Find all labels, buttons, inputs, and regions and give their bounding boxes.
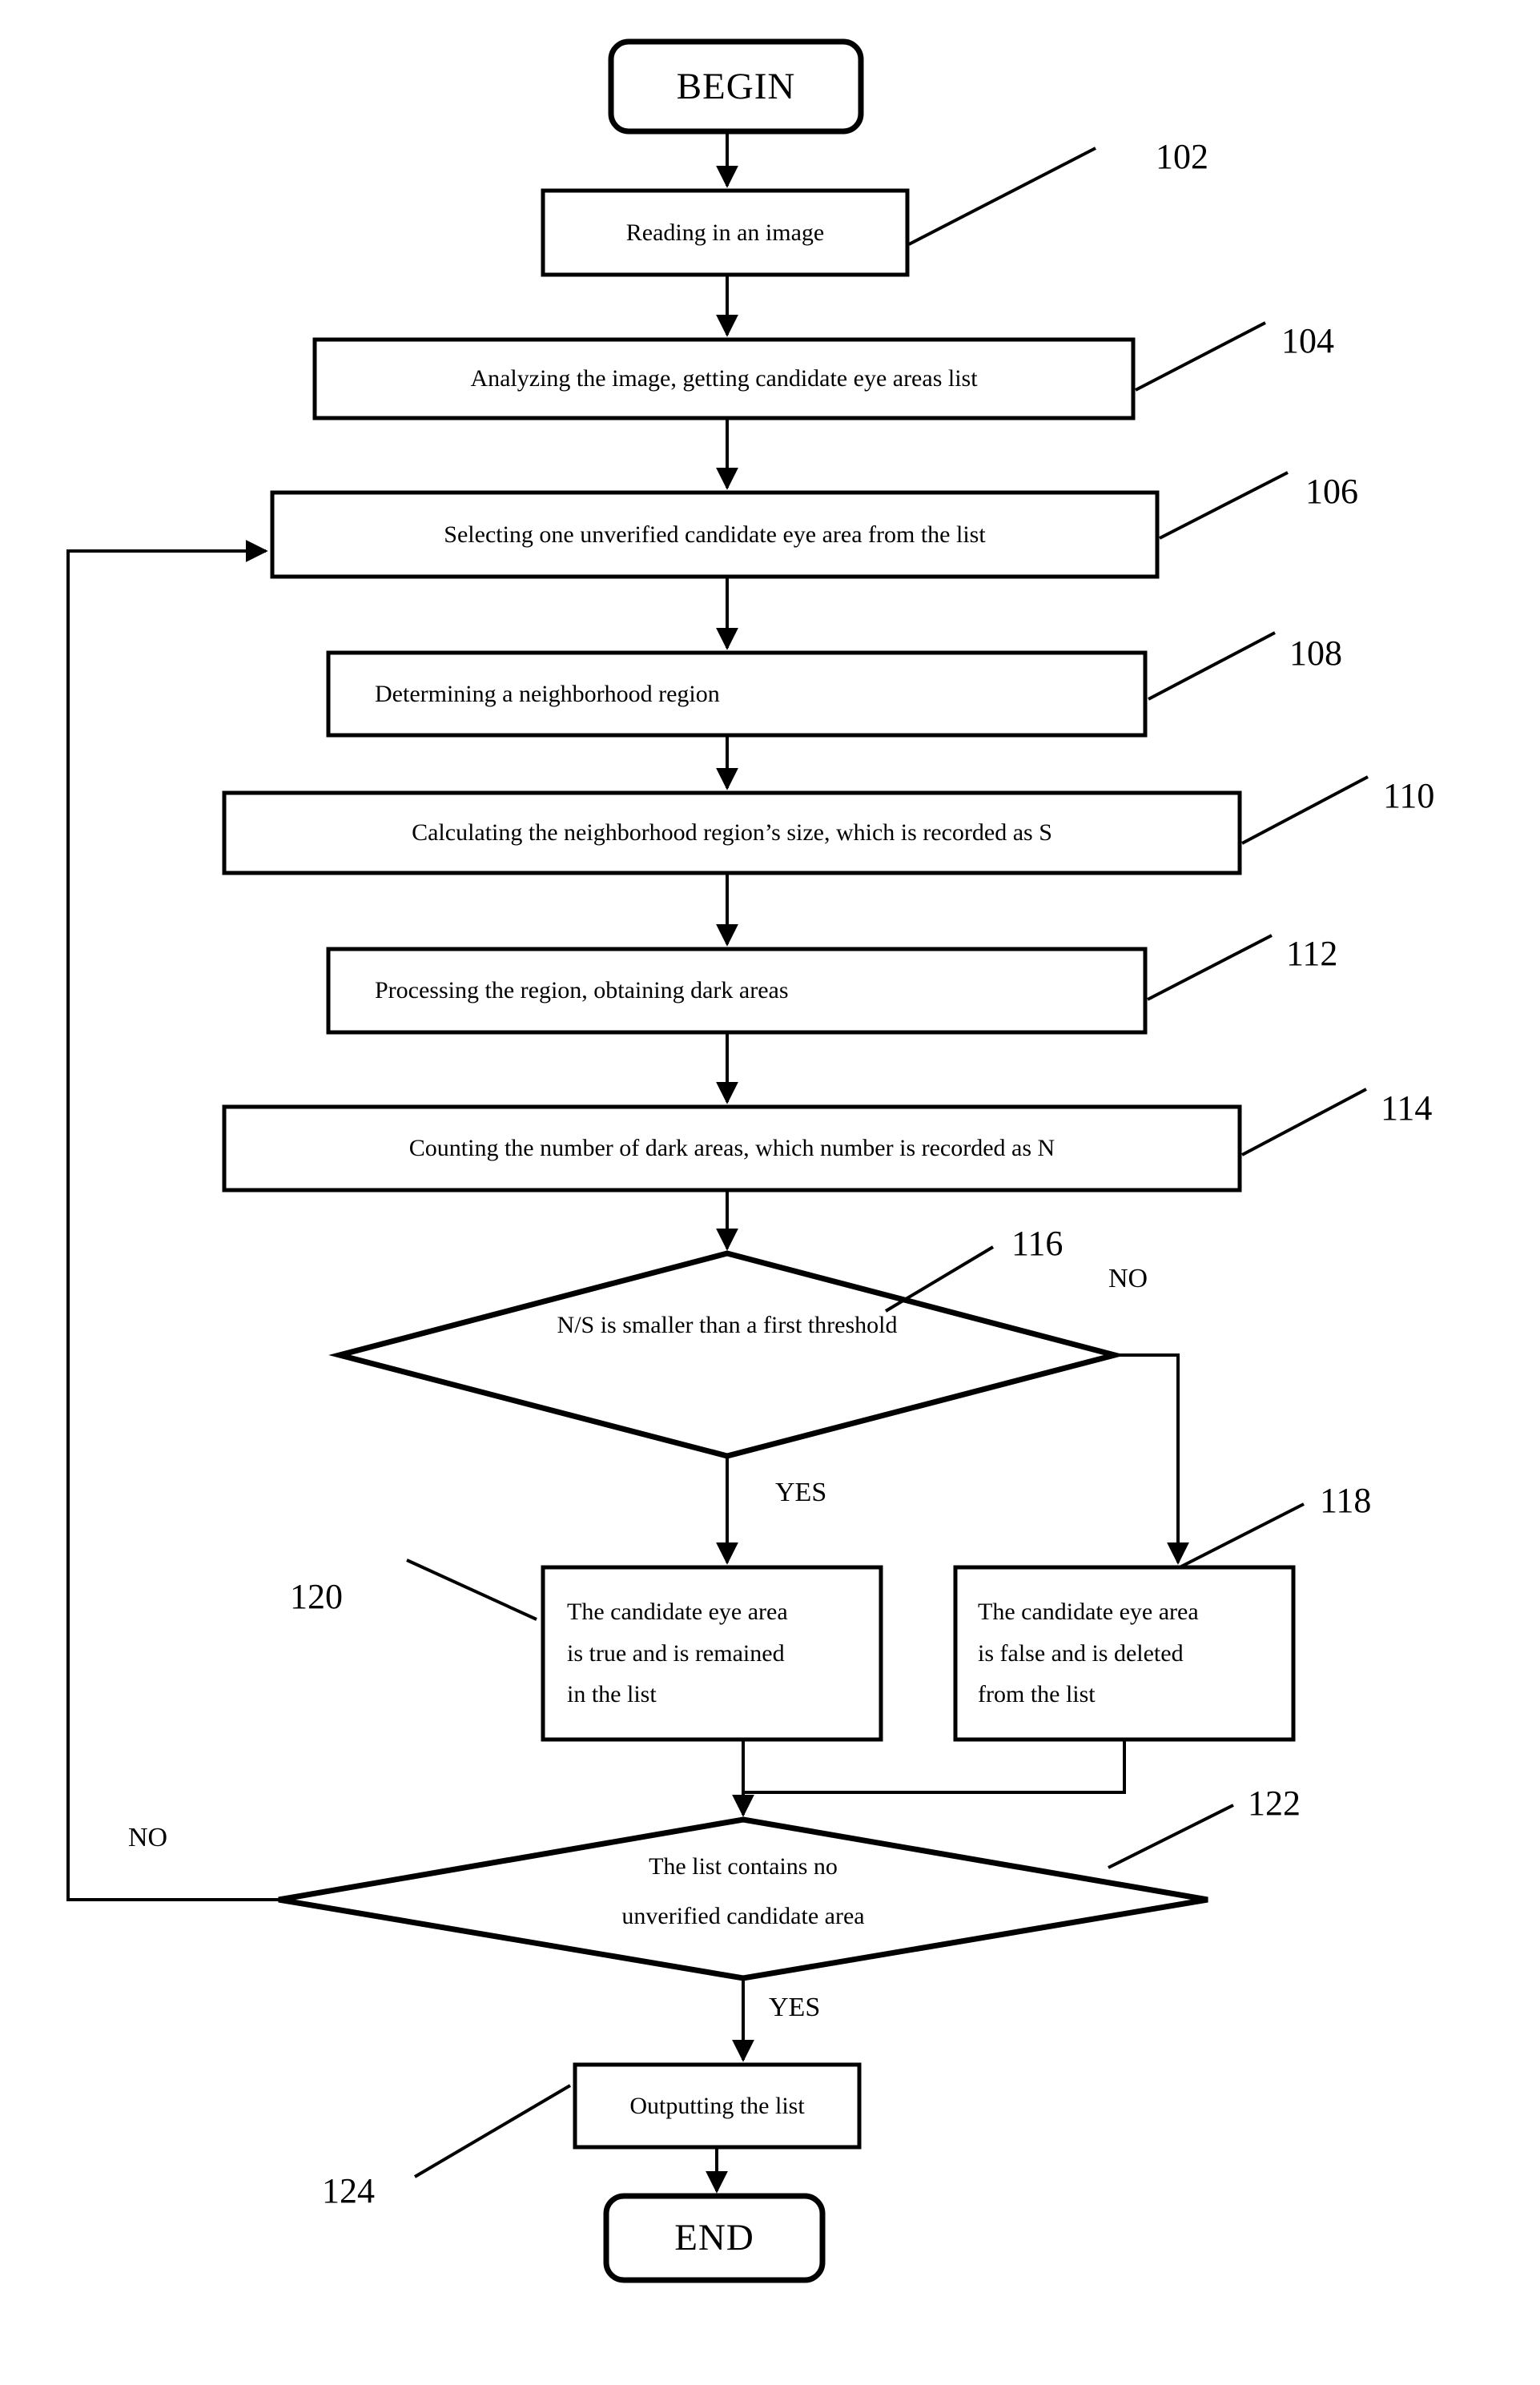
node-110-shape bbox=[222, 790, 1242, 875]
begin-terminal-shape bbox=[608, 38, 864, 135]
ref-number-118: 118 bbox=[1320, 1481, 1372, 1520]
edge-label-122-yes: YES bbox=[769, 1993, 821, 2022]
edge-122-no-106 bbox=[66, 540, 279, 1901]
node-122-line-2: unverified candidate area bbox=[621, 1902, 865, 1929]
node-120-line-3: in the list bbox=[567, 1681, 657, 1708]
node-120-line-1: The candidate eye area bbox=[567, 1599, 788, 1626]
leader-102 bbox=[908, 147, 1096, 246]
node-118-line-3: from the list bbox=[978, 1681, 1096, 1708]
leader-114 bbox=[1241, 1088, 1367, 1156]
node-108-shape bbox=[326, 650, 1148, 738]
node-104-shape bbox=[312, 337, 1136, 420]
leader-106 bbox=[1159, 471, 1289, 540]
node-118-line-2: is false and is deleted bbox=[978, 1639, 1184, 1667]
leader-122 bbox=[1108, 1804, 1234, 1869]
node-122-line-1: The list contains no bbox=[649, 1853, 838, 1880]
ref-number-114: 114 bbox=[1381, 1088, 1433, 1128]
node-122-label: The list contains no unverified candidat… bbox=[480, 1842, 1006, 1941]
end-terminal-shape bbox=[603, 2193, 826, 2283]
edge-116-no-118 bbox=[1115, 1353, 1189, 1565]
node-106-shape bbox=[270, 490, 1160, 579]
ref-number-106: 106 bbox=[1305, 472, 1358, 511]
node-120-label: The candidate eye area is true and is re… bbox=[543, 1567, 881, 1739]
leader-108 bbox=[1148, 631, 1276, 701]
edge-label-122-no: NO bbox=[128, 1823, 168, 1852]
ref-number-102: 102 bbox=[1156, 137, 1208, 176]
edge-label-116-yes: YES bbox=[775, 1478, 827, 1507]
leader-104 bbox=[1135, 321, 1266, 392]
leader-118 bbox=[1179, 1502, 1305, 1569]
ref-number-110: 110 bbox=[1383, 776, 1435, 815]
node-118-line-1: The candidate eye area bbox=[978, 1599, 1199, 1626]
ref-number-124: 124 bbox=[322, 2171, 375, 2210]
flowchart-canvas: BEGIN Reading in an image Analyzing the … bbox=[0, 0, 1540, 2385]
leader-116 bbox=[884, 1245, 995, 1313]
ref-number-104: 104 bbox=[1281, 321, 1334, 360]
leader-110 bbox=[1241, 775, 1369, 845]
node-120-line-2: is true and is remained bbox=[567, 1639, 785, 1667]
node-124-shape bbox=[573, 2062, 862, 2150]
leader-124 bbox=[413, 2084, 572, 2178]
node-116-shape bbox=[328, 1250, 1126, 1459]
ref-number-116: 116 bbox=[1011, 1224, 1064, 1263]
node-102-shape bbox=[541, 188, 910, 277]
ref-number-120: 120 bbox=[290, 1577, 343, 1616]
node-118-label: The candidate eye area is false and is d… bbox=[955, 1567, 1293, 1739]
node-114-shape bbox=[222, 1104, 1242, 1192]
edge-118-merge bbox=[743, 1739, 1126, 1794]
leader-120 bbox=[406, 1558, 537, 1621]
leader-112 bbox=[1147, 934, 1273, 1001]
ref-number-108: 108 bbox=[1289, 633, 1342, 673]
node-112-shape bbox=[326, 947, 1148, 1035]
ref-number-112: 112 bbox=[1286, 934, 1338, 973]
edge-label-116-no: NO bbox=[1108, 1264, 1148, 1293]
ref-number-122: 122 bbox=[1248, 1784, 1301, 1823]
